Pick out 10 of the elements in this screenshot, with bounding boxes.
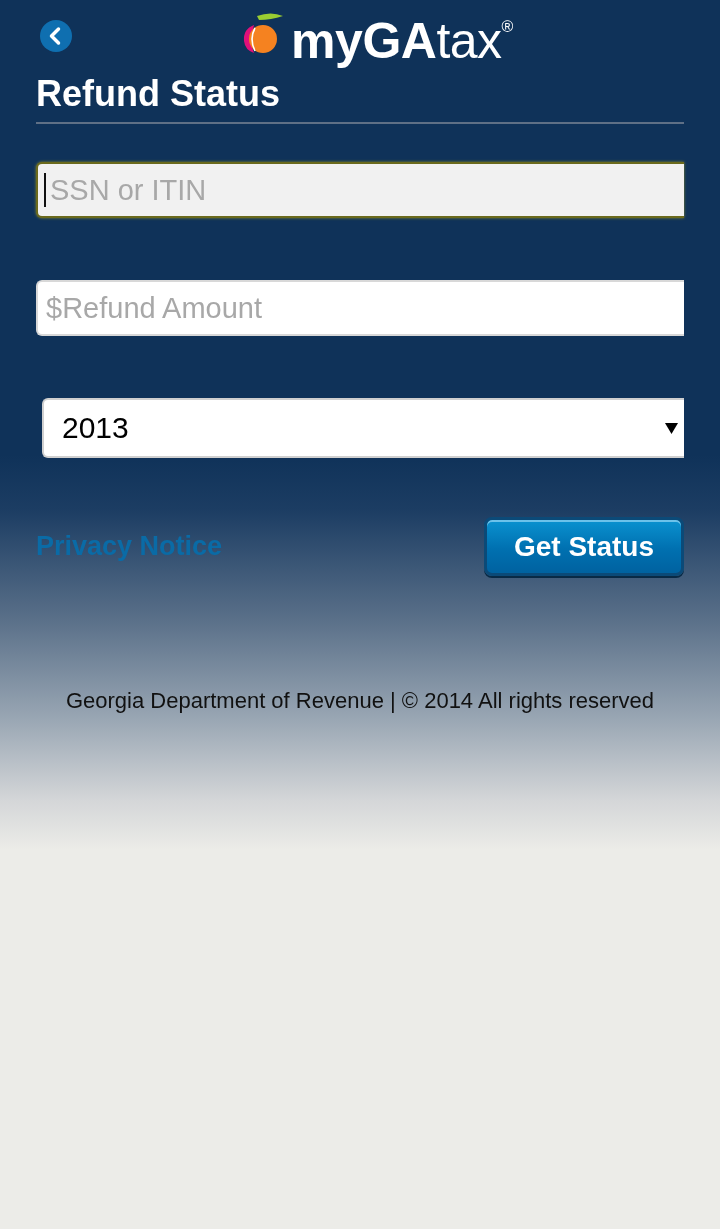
footer-text: Georgia Department of Revenue | © 2014 All rights reserved xyxy=(64,688,656,714)
mygatax-logo: myGAtax$^{®}$ xyxy=(291,12,513,69)
text-cursor-icon xyxy=(44,173,46,207)
year-dropdown[interactable]: 2013 xyxy=(42,398,684,458)
get-status-button[interactable]: Get Status xyxy=(484,517,684,576)
page-title: Refund Status xyxy=(36,72,281,116)
back-icon[interactable] xyxy=(40,20,72,52)
caret-icon xyxy=(665,421,678,435)
peach-logo-icon xyxy=(243,12,284,56)
input-field[interactable]: SSN or ITIN xyxy=(36,162,684,218)
